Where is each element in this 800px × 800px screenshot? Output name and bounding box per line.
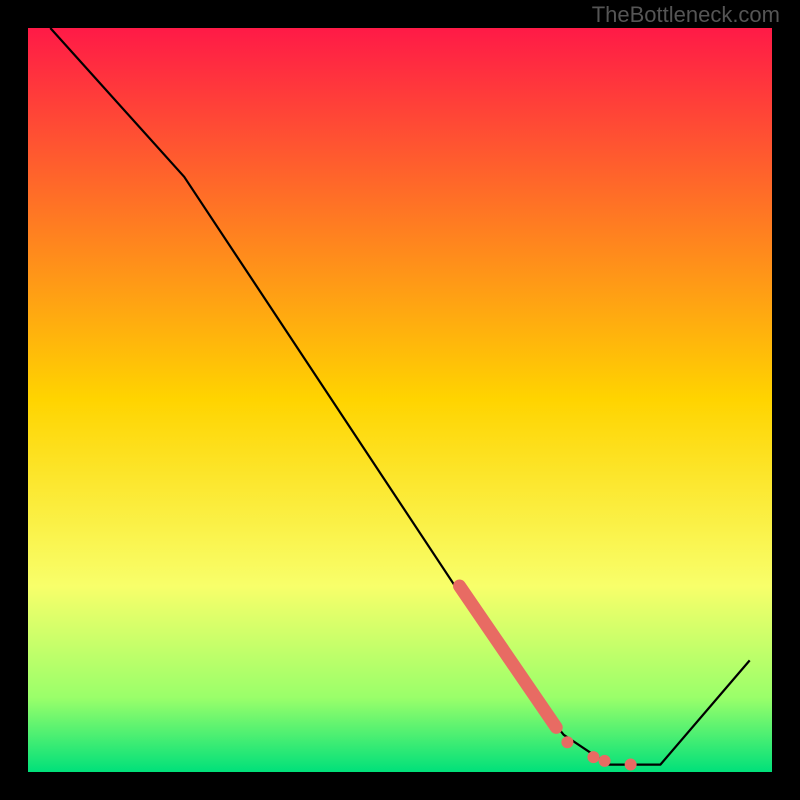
gradient-plot-area	[28, 28, 772, 772]
highlight-dot	[625, 759, 637, 771]
watermark-text: TheBottleneck.com	[592, 2, 780, 28]
highlight-dot	[587, 751, 599, 763]
bottleneck-chart	[0, 0, 800, 800]
highlight-dot	[599, 755, 611, 767]
chart-frame: TheBottleneck.com	[0, 0, 800, 800]
highlight-dot	[561, 736, 573, 748]
